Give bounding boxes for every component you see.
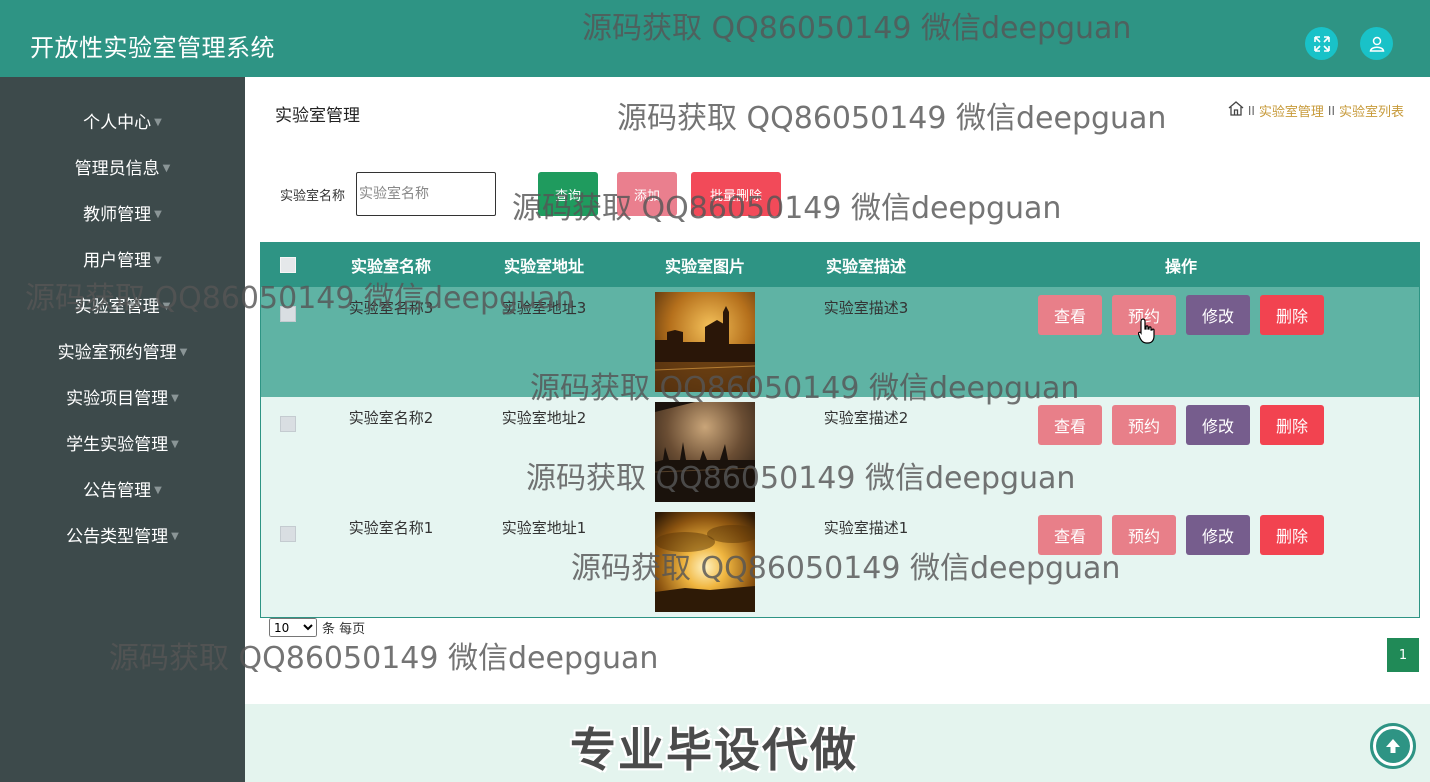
lab-desc-cell: 实验室描述2	[823, 408, 909, 427]
main-content: 实验室管理 II 实验室管理 II 实验室列表 实验室名称 查询 添加 批量删除…	[245, 77, 1430, 782]
page-size-control: 10 条 每页	[269, 618, 365, 637]
search-label: 实验室名称	[280, 189, 346, 204]
book-button[interactable]: 预约	[1112, 405, 1176, 445]
table-row[interactable]: 实验室名称2 实验室地址2 实验室描述2 查看 预约 修改 删除	[261, 397, 1419, 507]
footer-banner-text: 专业毕设代做	[570, 723, 858, 777]
delete-button[interactable]: 删除	[1260, 295, 1324, 335]
sidebar-item-label: 公告管理	[83, 480, 152, 501]
row-checkbox[interactable]	[280, 416, 296, 432]
sidebar-item-label: 学生实验管理	[66, 434, 169, 455]
column-header-lab-image: 实验室图片	[664, 257, 745, 276]
hand-cursor-icon	[1137, 318, 1156, 348]
edit-button[interactable]: 修改	[1186, 295, 1250, 335]
caret-down-icon: ▼	[154, 484, 162, 496]
lab-name-cell: 实验室名称2	[348, 408, 434, 427]
delete-button[interactable]: 删除	[1260, 515, 1324, 555]
lab-image-thumbnail[interactable]	[655, 512, 759, 612]
table-row[interactable]: 实验室名称1 实验室地址1 实验室描述1 查看 预约 修改 删除	[261, 507, 1419, 617]
sidebar-item-label: 实验室管理	[74, 296, 160, 317]
view-button[interactable]: 查看	[1038, 405, 1102, 445]
edit-button[interactable]: 修改	[1186, 405, 1250, 445]
home-icon[interactable]	[1228, 101, 1244, 120]
sidebar-item-teacher-management[interactable]: 教师管理 ▼	[0, 197, 245, 227]
sidebar-item-label: 公告类型管理	[66, 526, 169, 547]
sidebar-item-lab-booking-management[interactable]: 实验室预约管理 ▼	[0, 335, 245, 365]
column-header-actions: 操作	[1164, 257, 1197, 276]
lab-address-cell: 实验室地址1	[501, 518, 587, 537]
book-button[interactable]: 预约	[1112, 515, 1176, 555]
sidebar-item-admin-info[interactable]: 管理员信息 ▼	[0, 151, 245, 181]
caret-down-icon: ▼	[171, 392, 179, 404]
table-row[interactable]: 实验室名称3 实验室地址3 实验室描述3 查看 预约 修改 删除	[261, 287, 1419, 397]
lab-name-search-input[interactable]	[356, 172, 496, 216]
app-title: 开放性实验室管理系统	[30, 34, 275, 62]
caret-down-icon: ▼	[162, 300, 171, 312]
lab-table: 实验室名称 实验室地址 实验室图片 实验室描述 操作 实验室名称3 实验室地址3	[260, 242, 1420, 618]
page-title: 实验室管理	[275, 106, 360, 126]
back-to-top-button[interactable]	[1370, 723, 1416, 769]
row-checkbox[interactable]	[280, 526, 296, 542]
lab-desc-cell: 实验室描述3	[823, 298, 909, 317]
sidebar-item-project-management[interactable]: 实验项目管理 ▼	[0, 381, 245, 411]
sidebar-item-label: 实验项目管理	[66, 388, 169, 409]
sidebar-item-lab-management[interactable]: 实验室管理 ▼	[0, 289, 245, 319]
lab-address-cell: 实验室地址3	[501, 298, 587, 317]
caret-down-icon: ▼	[171, 530, 179, 542]
delete-button[interactable]: 删除	[1260, 405, 1324, 445]
page-size-label: 条 每页	[322, 622, 366, 637]
sidebar-item-student-experiment[interactable]: 学生实验管理 ▼	[0, 427, 245, 457]
lab-name-cell: 实验室名称1	[348, 518, 434, 537]
caret-down-icon: ▼	[154, 254, 162, 266]
sidebar-item-label: 个人中心	[83, 112, 152, 133]
arrow-up-icon	[1376, 729, 1410, 763]
breadcrumb-item-lab-list[interactable]: 实验室列表	[1339, 101, 1404, 120]
caret-down-icon: ▼	[171, 438, 179, 450]
sidebar-item-notice-type-management[interactable]: 公告类型管理 ▼	[0, 519, 245, 549]
query-button[interactable]: 查询	[538, 172, 598, 216]
row-checkbox[interactable]	[280, 306, 296, 322]
lab-image-thumbnail[interactable]	[654, 402, 756, 502]
sidebar-item-label: 教师管理	[83, 204, 152, 225]
view-button[interactable]: 查看	[1038, 515, 1102, 555]
page-size-select[interactable]: 10	[269, 618, 317, 637]
batch-delete-button[interactable]: 批量删除	[691, 172, 781, 216]
caret-down-icon: ▼	[179, 346, 188, 358]
footer: 专业毕设代做	[245, 704, 1430, 782]
column-header-lab-desc: 实验室描述	[825, 257, 906, 276]
sidebar-item-label: 用户管理	[83, 250, 152, 271]
page-number-button[interactable]: 1	[1387, 638, 1419, 672]
breadcrumb-separator: II	[1327, 103, 1335, 118]
caret-down-icon: ▼	[154, 116, 162, 128]
lab-address-cell: 实验室地址2	[501, 408, 587, 427]
caret-down-icon: ▼	[154, 208, 162, 220]
top-header: 开放性实验室管理系统	[0, 0, 1430, 77]
column-header-lab-name: 实验室名称	[350, 257, 431, 276]
sidebar-item-personal-center[interactable]: 个人中心 ▼	[0, 105, 245, 135]
view-button[interactable]: 查看	[1038, 295, 1102, 335]
lab-name-cell: 实验室名称3	[348, 298, 434, 317]
add-button[interactable]: 添加	[617, 172, 677, 216]
sidebar: 个人中心 ▼ 管理员信息 ▼ 教师管理 ▼ 用户管理 ▼ 实验室管理 ▼ 实验室预约管理 ▼…	[0, 77, 245, 782]
edit-button[interactable]: 修改	[1186, 515, 1250, 555]
lab-image-thumbnail[interactable]	[654, 292, 756, 392]
sidebar-item-user-management[interactable]: 用户管理 ▼	[0, 243, 245, 273]
caret-down-icon: ▼	[162, 162, 171, 174]
table-header: 实验室名称 实验室地址 实验室图片 实验室描述 操作	[261, 243, 1419, 287]
expand-icon[interactable]	[1305, 27, 1338, 60]
sidebar-item-label: 实验室预约管理	[57, 342, 177, 363]
breadcrumb-separator: II	[1247, 103, 1255, 118]
column-header-lab-address: 实验室地址	[503, 257, 584, 276]
breadcrumb: II 实验室管理 II 实验室列表	[1228, 101, 1404, 120]
lab-desc-cell: 实验室描述1	[823, 518, 909, 537]
sidebar-item-label: 管理员信息	[74, 158, 160, 179]
user-icon[interactable]	[1360, 27, 1393, 60]
breadcrumb-item-lab-management[interactable]: 实验室管理	[1259, 101, 1324, 120]
select-all-checkbox[interactable]	[280, 257, 296, 273]
sidebar-item-notice-management[interactable]: 公告管理 ▼	[0, 473, 245, 503]
